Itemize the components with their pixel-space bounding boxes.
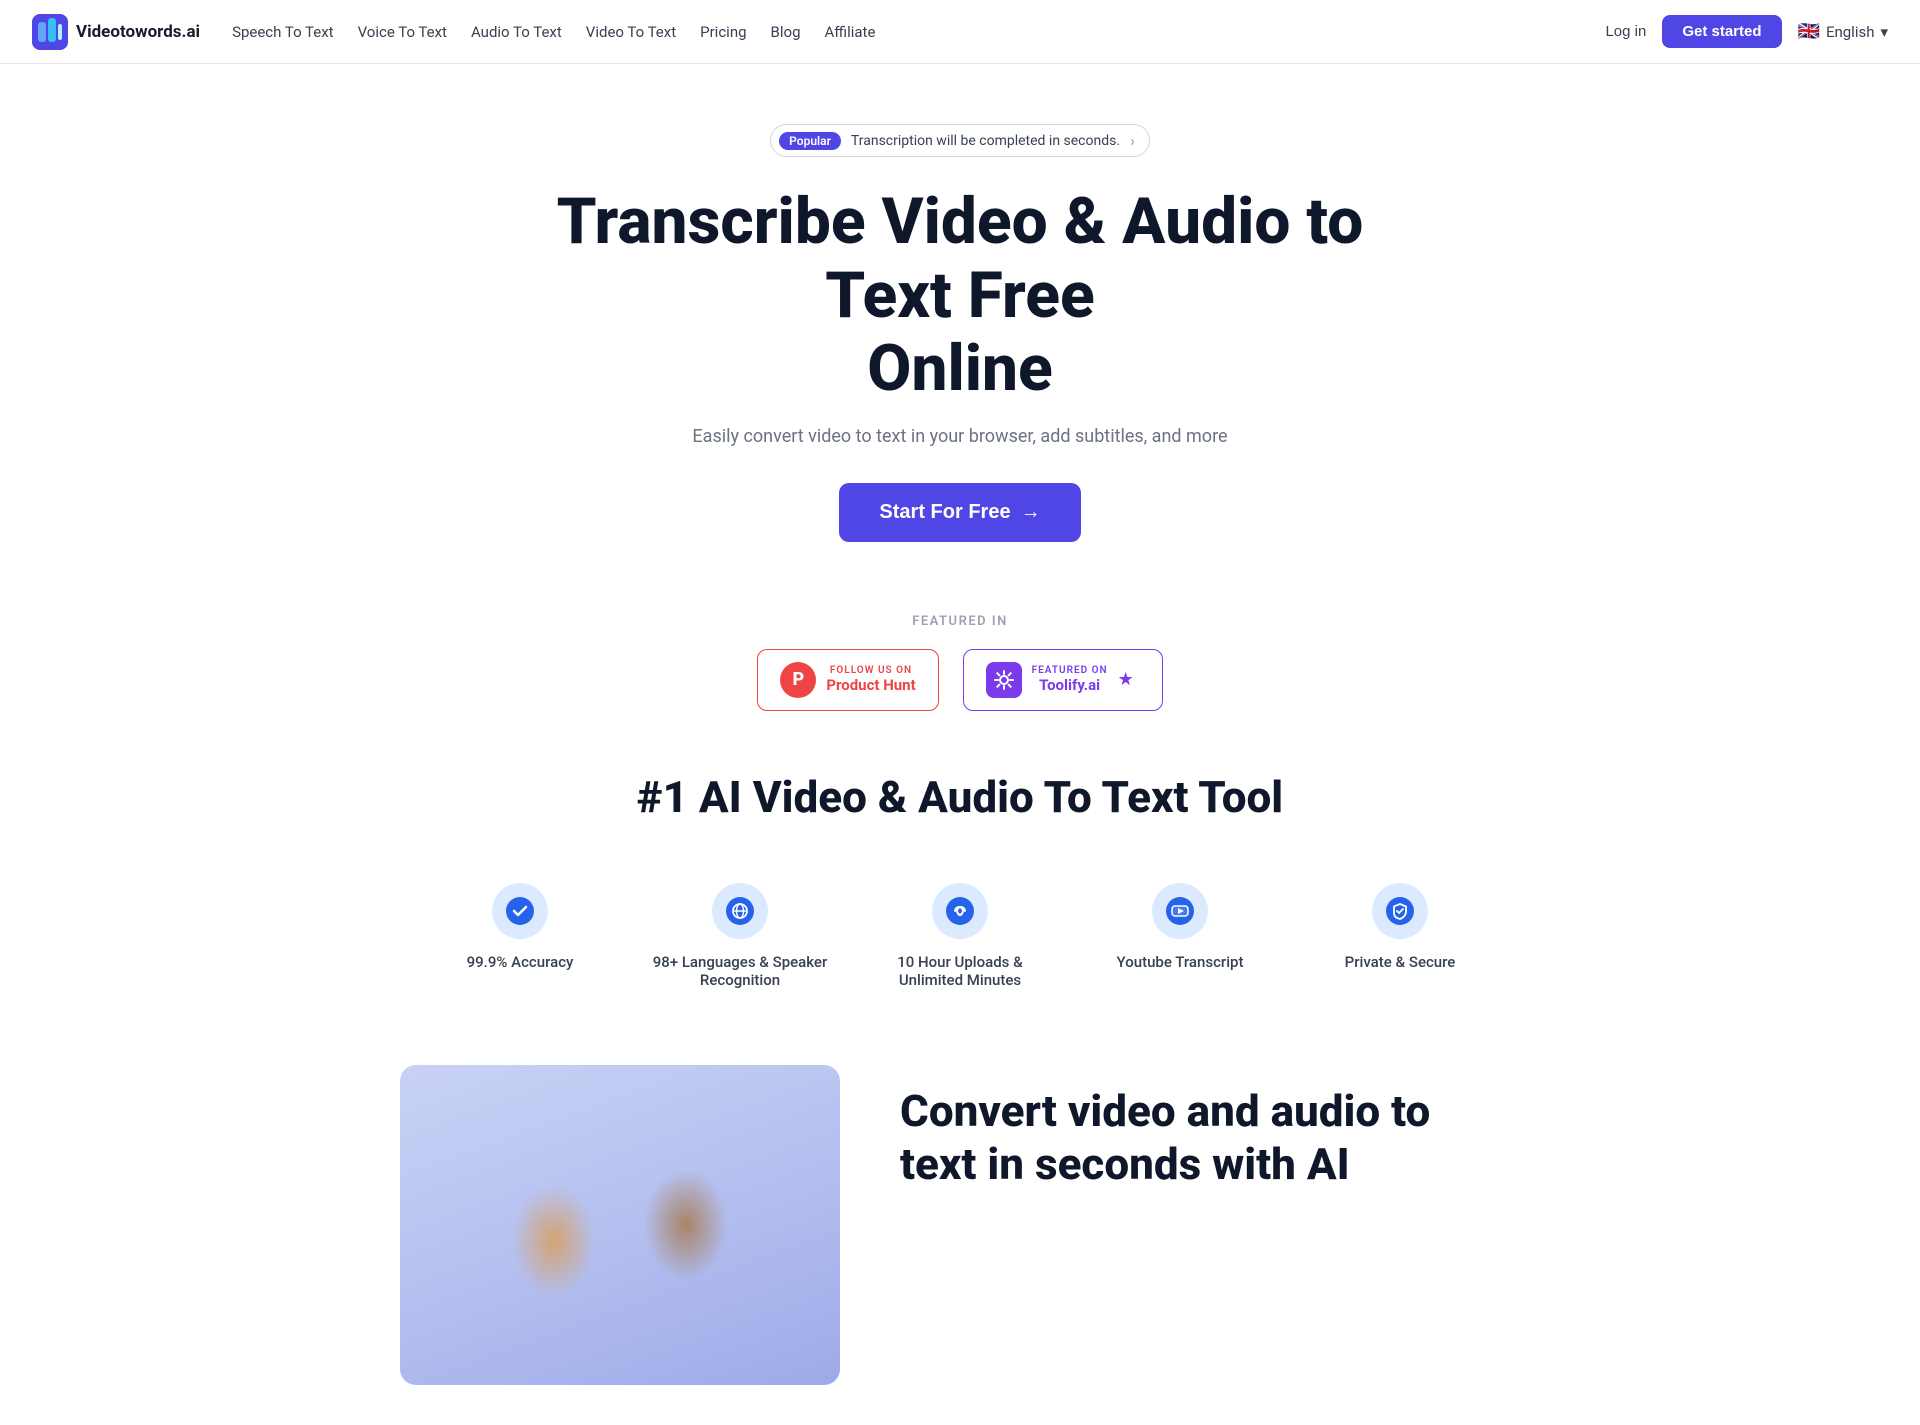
languages-label: 98+ Languages & Speaker Recognition bbox=[646, 953, 834, 989]
nav-voice-to-text[interactable]: Voice To Text bbox=[358, 23, 447, 41]
feature-languages: 98+ Languages & Speaker Recognition bbox=[630, 867, 850, 1005]
uploads-icon-circle bbox=[932, 883, 988, 939]
toolify-featured-label: FEATURED ON bbox=[1032, 665, 1108, 676]
feature-youtube: Youtube Transcript bbox=[1070, 867, 1290, 1005]
accuracy-label: 99.9% Accuracy bbox=[467, 953, 574, 971]
hero-badge: Popular Transcription will be completed … bbox=[770, 124, 1150, 157]
private-icon-circle bbox=[1372, 883, 1428, 939]
features-row: 99.9% Accuracy 98+ Languages & Speaker R… bbox=[410, 867, 1510, 1005]
nav-pricing[interactable]: Pricing bbox=[700, 23, 746, 41]
popular-badge: Popular bbox=[779, 132, 841, 150]
bottom-heading-line2: text in seconds with AI bbox=[900, 1138, 1350, 1190]
featured-badges: P FOLLOW US ON Product Hunt FEATURED ON … bbox=[0, 649, 1920, 711]
nav-audio-to-text[interactable]: Audio To Text bbox=[471, 23, 562, 41]
login-button[interactable]: Log in bbox=[1605, 23, 1646, 40]
toolify-name: Toolify.ai bbox=[1032, 676, 1108, 694]
bottom-image bbox=[400, 1065, 840, 1385]
youtube-icon-circle bbox=[1152, 883, 1208, 939]
logo-icon bbox=[32, 14, 68, 50]
nav-speech-to-text[interactable]: Speech To Text bbox=[232, 23, 334, 41]
infinity-icon bbox=[946, 897, 974, 925]
bottom-section: Convert video and audio to text in secon… bbox=[260, 1025, 1660, 1425]
youtube-label: Youtube Transcript bbox=[1117, 953, 1244, 971]
navbar-left: Videotowords.ai Speech To Text Voice To … bbox=[32, 14, 875, 50]
language-label: English bbox=[1826, 23, 1875, 41]
producthunt-text: FOLLOW US ON Product Hunt bbox=[826, 665, 915, 694]
accuracy-icon-circle bbox=[492, 883, 548, 939]
globe-icon bbox=[726, 897, 754, 925]
badge-arrow-icon: › bbox=[1130, 131, 1135, 150]
navbar: Videotowords.ai Speech To Text Voice To … bbox=[0, 0, 1920, 64]
toolify-star-icon: ★ bbox=[1118, 669, 1134, 690]
bottom-heading-line1: Convert video and audio to bbox=[900, 1085, 1430, 1137]
feature-private: Private & Secure bbox=[1290, 867, 1510, 1005]
bottom-heading: Convert video and audio to text in secon… bbox=[900, 1085, 1520, 1191]
languages-icon-circle bbox=[712, 883, 768, 939]
toolify-badge[interactable]: FEATURED ON Toolify.ai ★ bbox=[963, 649, 1163, 711]
ai-tool-section: #1 AI Video & Audio To Text Tool 99.9% A… bbox=[0, 731, 1920, 1025]
toolify-gear-icon bbox=[993, 669, 1015, 691]
hero-heading-line2: Online bbox=[867, 331, 1052, 406]
toolify-icon bbox=[986, 662, 1022, 698]
cta-label: Start For Free bbox=[879, 501, 1010, 524]
flag-icon: 🇬🇧 bbox=[1798, 21, 1820, 42]
hero-section: Popular Transcription will be completed … bbox=[0, 64, 1920, 582]
toolify-text: FEATURED ON Toolify.ai bbox=[1032, 665, 1108, 694]
ai-tool-heading: #1 AI Video & Audio To Text Tool bbox=[32, 771, 1888, 823]
hero-subtitle: Easily convert video to text in your bro… bbox=[32, 426, 1888, 447]
start-for-free-button[interactable]: Start For Free → bbox=[839, 483, 1080, 542]
nav-affiliate[interactable]: Affiliate bbox=[825, 23, 876, 41]
producthunt-icon: P bbox=[780, 662, 816, 698]
hero-heading-line1: Transcribe Video & Audio to Text Free bbox=[557, 184, 1364, 333]
nav-links: Speech To Text Voice To Text Audio To Te… bbox=[232, 23, 875, 41]
badge-text: Transcription will be completed in secon… bbox=[851, 133, 1120, 149]
producthunt-follow-label: FOLLOW US ON bbox=[826, 665, 915, 676]
navbar-right: Log in Get started 🇬🇧 English ▾ bbox=[1605, 15, 1888, 48]
bottom-text: Convert video and audio to text in secon… bbox=[900, 1065, 1520, 1191]
featured-section: FEATURED IN P FOLLOW US ON Product Hunt … bbox=[0, 582, 1920, 731]
get-started-button[interactable]: Get started bbox=[1662, 15, 1781, 48]
shield-icon bbox=[1386, 897, 1414, 925]
private-label: Private & Secure bbox=[1345, 953, 1456, 971]
people-photo bbox=[400, 1065, 840, 1385]
chevron-down-icon: ▾ bbox=[1880, 23, 1888, 41]
hero-heading: Transcribe Video & Audio to Text Free On… bbox=[510, 185, 1410, 406]
producthunt-badge[interactable]: P FOLLOW US ON Product Hunt bbox=[757, 649, 938, 711]
featured-label: FEATURED IN bbox=[0, 614, 1920, 629]
logo-text: Videotowords.ai bbox=[76, 22, 200, 42]
nav-blog[interactable]: Blog bbox=[771, 23, 801, 41]
feature-accuracy: 99.9% Accuracy bbox=[410, 867, 630, 1005]
cta-arrow-icon: → bbox=[1021, 501, 1041, 524]
youtube-icon bbox=[1166, 897, 1194, 925]
check-icon bbox=[506, 897, 534, 925]
feature-uploads: 10 Hour Uploads & Unlimited Minutes bbox=[850, 867, 1070, 1005]
nav-video-to-text[interactable]: Video To Text bbox=[586, 23, 676, 41]
language-selector[interactable]: 🇬🇧 English ▾ bbox=[1798, 21, 1888, 42]
producthunt-name: Product Hunt bbox=[826, 676, 915, 694]
logo[interactable]: Videotowords.ai bbox=[32, 14, 200, 50]
uploads-label: 10 Hour Uploads & Unlimited Minutes bbox=[866, 953, 1054, 989]
